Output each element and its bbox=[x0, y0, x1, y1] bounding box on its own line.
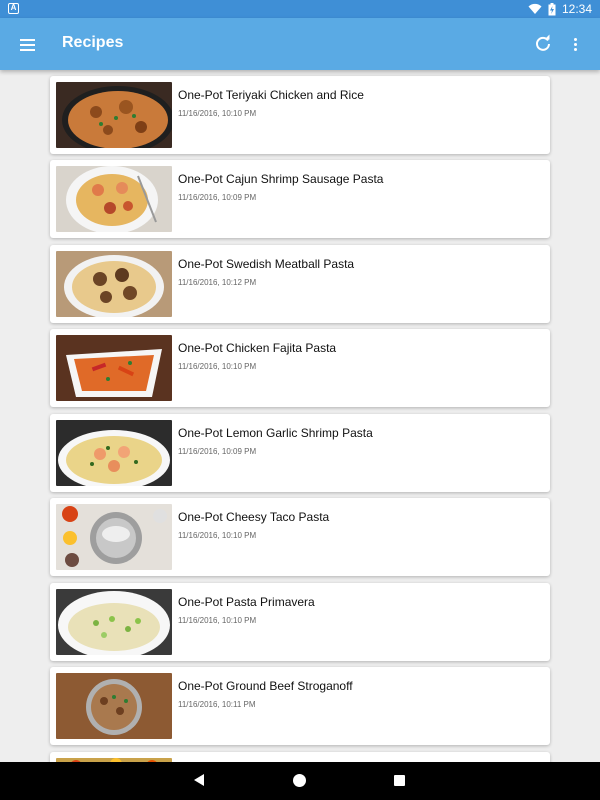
status-icons: 12:34 bbox=[528, 0, 592, 18]
recipe-card[interactable]: One-Pot Lemon Garlic Shrimp Pasta 11/16/… bbox=[50, 414, 550, 492]
more-vert-icon[interactable] bbox=[562, 31, 588, 57]
recipe-card[interactable]: One-Pot Cheesy Taco Pasta 11/16/2016, 10… bbox=[50, 498, 550, 576]
a-notification-icon: A bbox=[8, 3, 19, 14]
recipe-date: 11/16/2016, 10:12 PM bbox=[178, 278, 257, 287]
recipe-name: One-Pot Pasta Primavera bbox=[178, 595, 315, 609]
recipe-thumbnail bbox=[56, 335, 172, 401]
recipe-name: One-Pot Swedish Meatball Pasta bbox=[178, 257, 355, 271]
recipe-card[interactable] bbox=[50, 752, 550, 762]
recipe-thumbnail bbox=[56, 504, 172, 570]
recipe-date: 11/16/2016, 10:11 PM bbox=[178, 700, 256, 709]
recipe-date: 11/16/2016, 10:10 PM bbox=[178, 616, 257, 625]
recipe-date: 11/16/2016, 10:09 PM bbox=[178, 193, 257, 202]
recipe-thumbnail bbox=[56, 251, 172, 317]
recipe-date: 11/16/2016, 10:10 PM bbox=[178, 362, 257, 371]
page-title: Recipes bbox=[62, 34, 124, 51]
recipe-name: One-Pot Chicken Fajita Pasta bbox=[178, 341, 337, 355]
recipe-thumbnail bbox=[56, 166, 172, 232]
recipe-name: One-Pot Lemon Garlic Shrimp Pasta bbox=[178, 426, 373, 440]
recipe-card[interactable]: One-Pot Chicken Fajita Pasta 11/16/2016,… bbox=[50, 329, 550, 407]
recents-square-icon[interactable] bbox=[394, 775, 405, 786]
clock: 12:34 bbox=[561, 2, 592, 16]
recipe-card[interactable]: One-Pot Teriyaki Chicken and Rice 11/16/… bbox=[50, 76, 550, 154]
recipe-name: One-Pot Teriyaki Chicken and Rice bbox=[178, 88, 364, 102]
recipe-card[interactable]: One-Pot Swedish Meatball Pasta 11/16/201… bbox=[50, 245, 550, 323]
recipe-thumbnail bbox=[56, 673, 172, 739]
hamburger-menu-icon[interactable] bbox=[14, 31, 42, 59]
recipe-list[interactable]: One-Pot Teriyaki Chicken and Rice 11/16/… bbox=[0, 70, 600, 762]
navigation-bar bbox=[0, 762, 600, 800]
recipe-card[interactable]: One-Pot Pasta Primavera 11/16/2016, 10:1… bbox=[50, 583, 550, 661]
refresh-icon[interactable] bbox=[530, 31, 556, 57]
status-bar: A 12:34 bbox=[0, 0, 600, 18]
recipe-date: 11/16/2016, 10:09 PM bbox=[178, 447, 257, 456]
recipe-date: 11/16/2016, 10:10 PM bbox=[178, 531, 257, 540]
recipe-name: One-Pot Ground Beef Stroganoff bbox=[178, 679, 353, 693]
app-bar: Recipes bbox=[0, 18, 600, 70]
recipe-name: One-Pot Cajun Shrimp Sausage Pasta bbox=[178, 172, 384, 186]
recipe-name: One-Pot Cheesy Taco Pasta bbox=[178, 510, 330, 524]
home-circle-icon[interactable] bbox=[293, 774, 306, 787]
recipe-thumbnail bbox=[56, 589, 172, 655]
recipe-card[interactable]: One-Pot Ground Beef Stroganoff 11/16/201… bbox=[50, 667, 550, 745]
recipe-thumbnail bbox=[56, 420, 172, 486]
recipe-card[interactable]: One-Pot Cajun Shrimp Sausage Pasta 11/16… bbox=[50, 160, 550, 238]
back-triangle-icon[interactable] bbox=[194, 774, 204, 786]
recipe-thumbnail bbox=[56, 82, 172, 148]
battery-charging-icon bbox=[548, 2, 556, 15]
recipe-date: 11/16/2016, 10:10 PM bbox=[178, 109, 257, 118]
wifi-icon bbox=[528, 3, 542, 15]
